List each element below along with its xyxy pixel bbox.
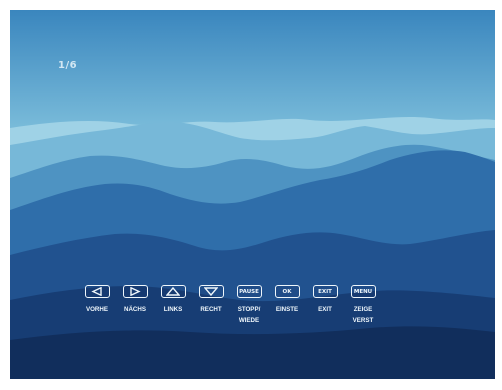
previous-button-group: VORHE: [78, 285, 116, 326]
menu-button-label: ZEIGE VERST: [352, 306, 374, 324]
arrow-down-icon: [204, 287, 218, 296]
rotate-left-button[interactable]: [160, 285, 186, 298]
exit-button-text: EXIT: [318, 288, 332, 295]
rotate-left-button-label: LINKS: [163, 306, 183, 313]
previous-button[interactable]: [84, 285, 110, 298]
control-bar: VORHE NÄCHS LINKS RECHT PAUSE STOPP/ WIEDE OK E…: [78, 285, 382, 326]
next-button[interactable]: [122, 285, 148, 298]
exit-button[interactable]: EXIT: [312, 285, 338, 298]
rotate-right-button[interactable]: [198, 285, 224, 298]
arrow-up-icon: [166, 287, 180, 296]
next-button-group: NÄCHS: [116, 285, 154, 326]
pause-button[interactable]: PAUSE: [236, 285, 262, 298]
ok-button-label: EINSTE: [275, 306, 299, 313]
image-counter: 1/6: [58, 60, 78, 71]
rotate-right-button-group: RECHT: [192, 285, 230, 326]
slideshow-screen: 1/6 VORHE NÄCHS LINKS RECHT PAUSE STOPP/ WIED…: [10, 10, 495, 379]
ok-button-text: OK: [282, 288, 292, 295]
pause-button-label: STOPP/ WIEDE: [237, 306, 261, 324]
ok-button[interactable]: OK: [274, 285, 300, 298]
arrow-left-icon: [91, 287, 103, 296]
exit-button-group: EXIT EXIT: [306, 285, 344, 326]
pause-button-group: PAUSE STOPP/ WIEDE: [230, 285, 268, 326]
ok-button-group: OK EINSTE: [268, 285, 306, 326]
menu-button-text: MENU: [353, 288, 373, 295]
exit-button-label: EXIT: [318, 306, 332, 313]
menu-button[interactable]: MENU: [350, 285, 376, 298]
rotate-right-button-label: RECHT: [200, 306, 222, 313]
previous-button-label: VORHE: [85, 306, 108, 313]
pause-button-text: PAUSE: [239, 288, 259, 295]
menu-button-group: MENU ZEIGE VERST: [344, 285, 382, 326]
next-button-label: NÄCHS: [123, 306, 146, 313]
arrow-right-icon: [129, 287, 141, 296]
rotate-left-button-group: LINKS: [154, 285, 192, 326]
